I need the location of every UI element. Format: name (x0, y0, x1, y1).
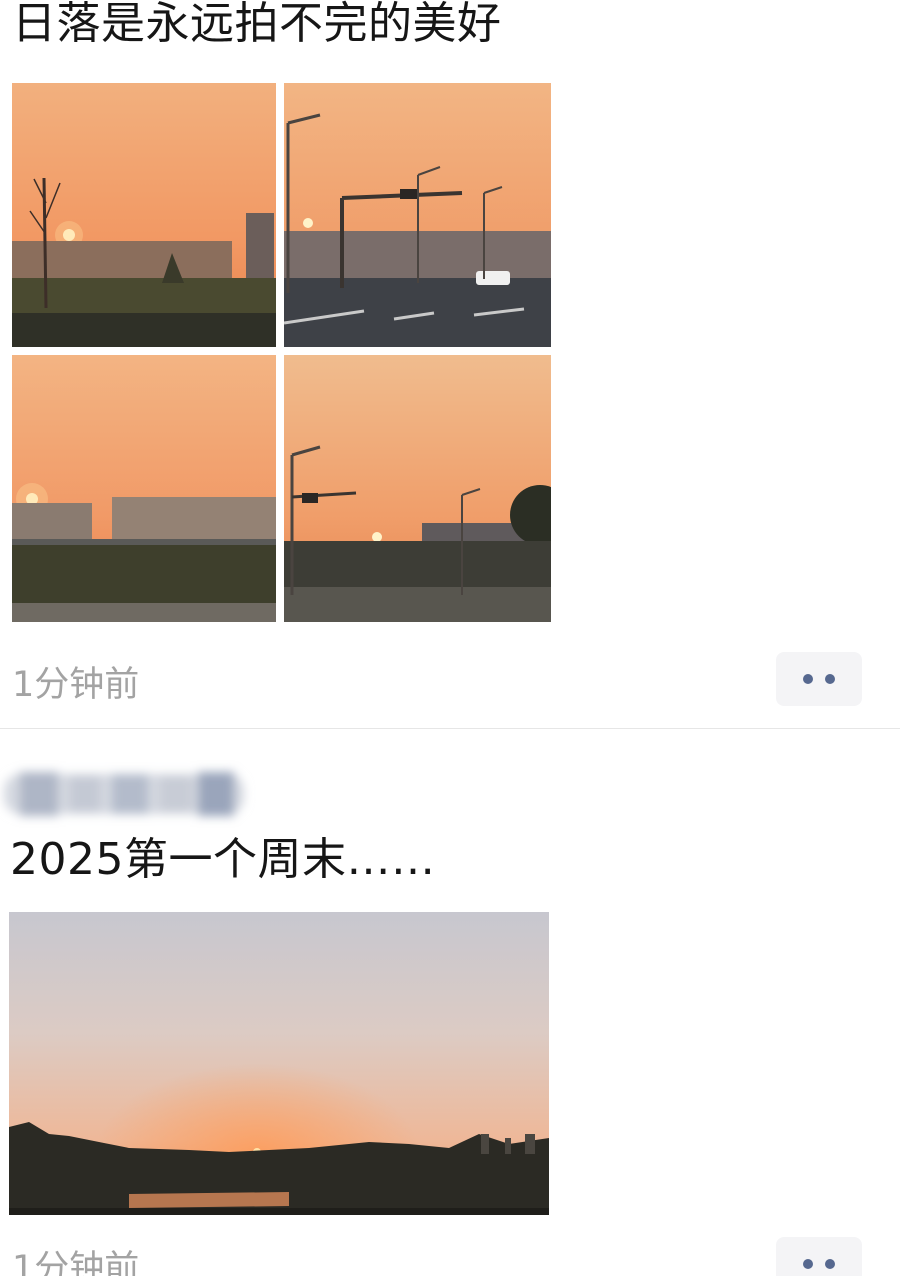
more-button[interactable] (776, 652, 862, 706)
more-button[interactable] (776, 1237, 862, 1276)
post-photo[interactable] (284, 83, 551, 347)
post-text: 2025第一个周末…… (10, 834, 436, 885)
post-photo[interactable] (284, 355, 551, 622)
sunset-road-photo (284, 355, 551, 622)
post-photo[interactable] (9, 912, 549, 1215)
sunset-lake-photo (9, 912, 549, 1215)
author-name-blurred[interactable] (0, 756, 270, 832)
post-timestamp: 1分钟前 (12, 1249, 140, 1276)
post-text: 日落是永远拍不完的美好 (12, 0, 502, 49)
more-dots-icon (803, 674, 813, 684)
sunset-field-photo (12, 355, 276, 622)
sunset-photo (12, 83, 276, 347)
post-photo[interactable] (12, 83, 276, 347)
post-timestamp: 1分钟前 (12, 665, 140, 705)
post-divider (0, 728, 900, 729)
sunset-street-photo (284, 83, 551, 347)
post-photo[interactable] (12, 355, 276, 622)
more-dots-icon (803, 1259, 813, 1269)
